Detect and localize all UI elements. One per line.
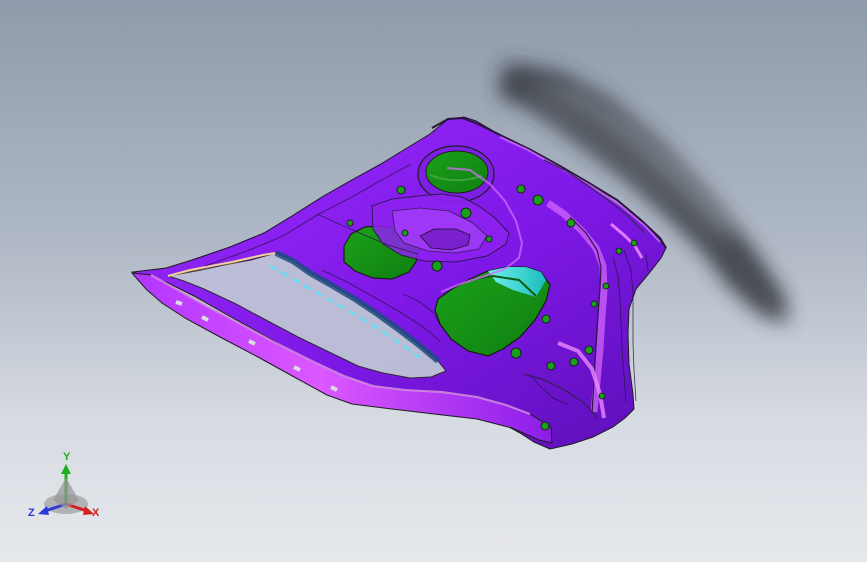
triad-graphic: Y X Z bbox=[28, 451, 100, 519]
door-inner-panel[interactable] bbox=[130, 116, 667, 450]
speaker-recess bbox=[417, 145, 495, 203]
y-axis-label: Y bbox=[63, 451, 71, 463]
x-axis-label: X bbox=[92, 507, 100, 519]
z-axis-label: Z bbox=[28, 507, 35, 519]
3d-scene[interactable] bbox=[0, 0, 867, 562]
graphics-viewport[interactable]: Y X Z bbox=[0, 0, 867, 562]
view-orientation-triad[interactable]: Y X Z bbox=[28, 446, 104, 522]
